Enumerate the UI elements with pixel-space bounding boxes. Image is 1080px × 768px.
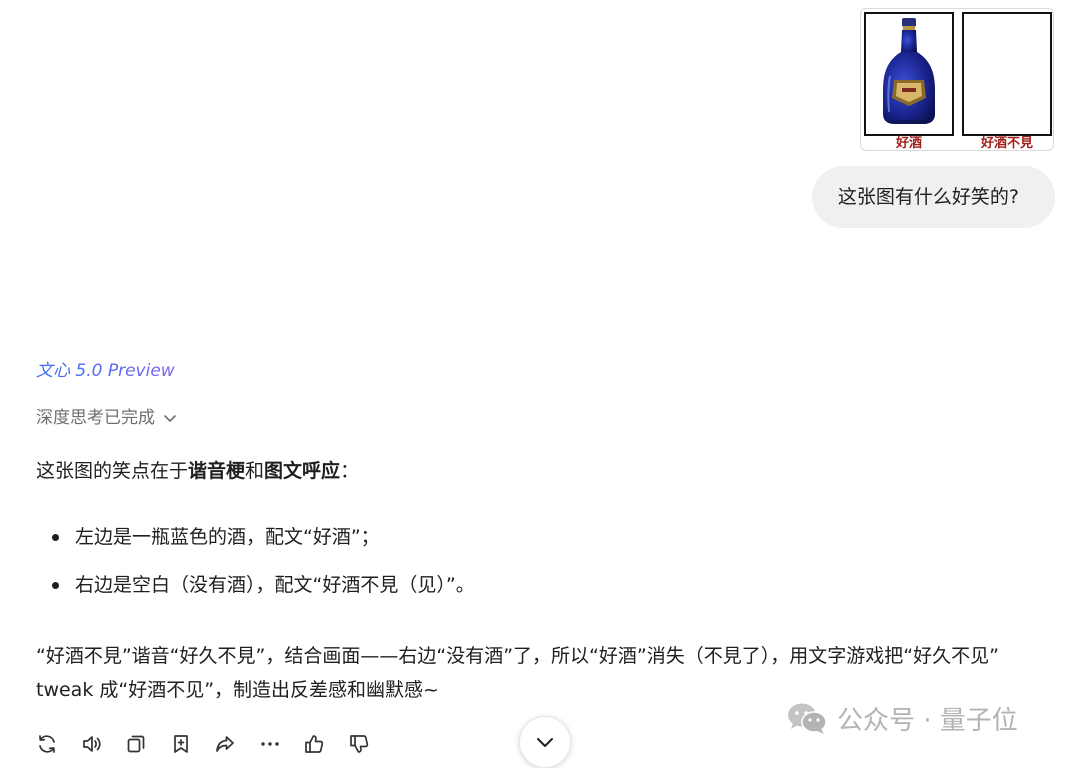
image-panel-wine xyxy=(864,12,954,136)
answer-intro: 这张图的笑点在于谐音梗和图文呼应： xyxy=(36,456,1048,486)
answer-bullet-list: 左边是一瓶蓝色的酒，配文“好酒”； 右边是空白（没有酒），配文“好酒不見（见）”… xyxy=(36,522,475,618)
list-item: 左边是一瓶蓝色的酒，配文“好酒”； xyxy=(36,522,475,552)
scroll-to-bottom-button[interactable] xyxy=(519,716,571,768)
like-button[interactable] xyxy=(301,731,327,757)
list-item-text: 左边是一瓶蓝色的酒，配文“好酒”； xyxy=(75,526,380,548)
message-action-toolbar xyxy=(34,730,390,758)
user-message-bubble: 这张图有什么好笑的? xyxy=(811,166,1055,228)
image-caption-right: 好酒不見 xyxy=(980,136,1033,151)
more-icon xyxy=(260,742,279,746)
thumbs-down-icon xyxy=(349,735,368,753)
image-panel-empty xyxy=(962,12,1052,136)
bullet-dot xyxy=(52,534,59,541)
wine-bottle-illustration xyxy=(883,18,935,124)
intro-suffix: ： xyxy=(340,460,360,482)
thinking-status-label: 深度思考已完成 xyxy=(36,408,155,428)
read-aloud-button[interactable] xyxy=(79,731,105,757)
intro-bold-image-text: 图文呼应 xyxy=(264,460,341,482)
bullet-dot xyxy=(52,582,59,589)
model-name-label: 文心 5.0 Preview xyxy=(36,361,175,381)
chevron-down-icon xyxy=(164,415,176,422)
save-button[interactable] xyxy=(168,731,194,757)
wechat-watermark: 公众号 · 量子位 xyxy=(787,700,1018,736)
watermark-text: 公众号 · 量子位 xyxy=(837,705,1018,736)
regenerate-button[interactable] xyxy=(34,731,60,757)
list-item-text: 右边是空白（没有酒），配文“好酒不見（见）”。 xyxy=(75,574,475,596)
thumbs-up-icon xyxy=(305,735,324,753)
dislike-button[interactable] xyxy=(346,731,372,757)
image-caption-left: 好酒 xyxy=(895,136,922,151)
share-icon xyxy=(216,736,234,752)
list-item: 右边是空白（没有酒），配文“好酒不見（见）”。 xyxy=(36,570,475,600)
intro-bold-pun: 谐音梗 xyxy=(188,460,246,482)
user-image-attachment[interactable]: 好酒 好酒不見 xyxy=(860,8,1054,151)
speaker-icon xyxy=(82,736,101,752)
bookmark-add-icon xyxy=(173,735,188,753)
answer-paragraph: “好酒不見”谐音“好久不見”，结合画面——右边“没有酒”了，所以“好酒”消失（不… xyxy=(36,645,999,701)
intro-joiner: 和 xyxy=(245,460,265,482)
intro-prefix: 这张图的笑点在于 xyxy=(36,460,189,482)
thinking-status-toggle[interactable]: 深度思考已完成 xyxy=(36,406,177,430)
regenerate-icon xyxy=(39,735,55,753)
copy-button[interactable] xyxy=(123,731,149,757)
copy-icon xyxy=(127,735,145,753)
share-button[interactable] xyxy=(212,731,238,757)
wechat-icon xyxy=(788,703,827,734)
chevron-down-icon xyxy=(537,738,553,747)
more-options-button[interactable] xyxy=(257,731,283,757)
